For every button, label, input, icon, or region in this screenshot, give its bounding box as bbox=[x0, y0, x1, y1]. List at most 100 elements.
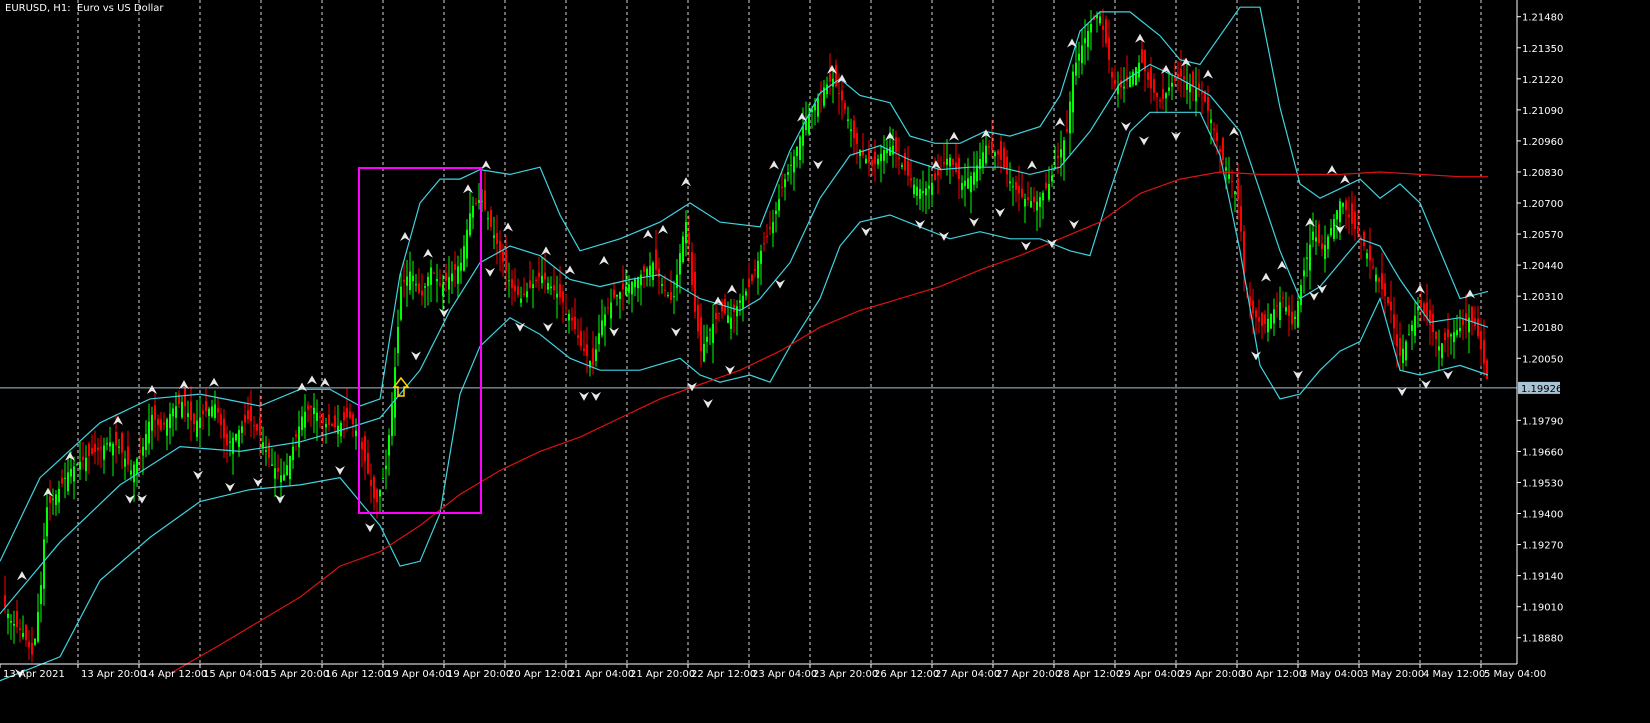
candle-body bbox=[1138, 62, 1140, 78]
candle-body bbox=[199, 417, 201, 429]
candle-body bbox=[7, 613, 9, 619]
candle-body bbox=[223, 418, 225, 439]
x-tick-label: 19 Apr 20:00 bbox=[447, 669, 512, 680]
candle-body bbox=[1306, 257, 1308, 259]
candle-body bbox=[382, 477, 384, 479]
candle-body bbox=[523, 293, 525, 295]
candle-body bbox=[703, 343, 705, 362]
candle-body bbox=[715, 312, 717, 319]
x-tick-label: 29 Apr 04:00 bbox=[1118, 669, 1183, 680]
candle-body bbox=[166, 419, 168, 436]
candle-body bbox=[772, 222, 774, 234]
candle-body bbox=[1309, 244, 1311, 271]
candle-body bbox=[1216, 132, 1218, 141]
candle-body bbox=[1189, 85, 1191, 93]
candle-body bbox=[106, 443, 108, 445]
candle-body bbox=[1366, 253, 1368, 259]
candle-body bbox=[1027, 197, 1029, 201]
candle-body bbox=[895, 137, 897, 153]
candle-body bbox=[919, 188, 921, 199]
candle-body bbox=[1024, 198, 1026, 207]
candle-body bbox=[1222, 137, 1224, 161]
candle-body bbox=[817, 97, 819, 117]
candle-body bbox=[325, 423, 327, 428]
candle-body bbox=[1066, 129, 1068, 132]
candle-body bbox=[1039, 197, 1041, 207]
candle-body bbox=[211, 406, 213, 417]
candle-body bbox=[319, 416, 321, 418]
candle-body bbox=[472, 205, 474, 218]
candle-body bbox=[1102, 25, 1104, 30]
chart-window[interactable]: 13 Apr 2021 13 Apr 20:00 14 Apr 12:00 15 Ap… bbox=[0, 0, 1650, 719]
candle-body bbox=[586, 344, 588, 356]
x-tick-label: 15 Apr 20:00 bbox=[264, 669, 329, 680]
candle-body bbox=[1153, 79, 1155, 93]
candle-body bbox=[964, 180, 966, 187]
candle-body bbox=[916, 186, 918, 196]
candle-body bbox=[1447, 329, 1449, 338]
candle-body bbox=[775, 210, 777, 215]
price-chart[interactable]: 13 Apr 2021 13 Apr 20:0014 Apr 12:0015 Ap… bbox=[0, 0, 1650, 719]
candle-body bbox=[910, 178, 912, 181]
candle-body bbox=[394, 367, 396, 418]
candle-body bbox=[955, 162, 957, 172]
candle-body bbox=[1072, 71, 1074, 113]
y-tick-label: 1.19530 bbox=[1522, 478, 1563, 489]
candle-body bbox=[286, 465, 288, 476]
candle-body bbox=[34, 638, 36, 645]
candle-body bbox=[1165, 93, 1167, 99]
candle-body bbox=[310, 405, 312, 408]
candle-body bbox=[541, 275, 543, 283]
candle-body bbox=[1381, 273, 1383, 290]
candle-body bbox=[1327, 236, 1329, 250]
candle-body bbox=[313, 407, 315, 415]
candle-body bbox=[97, 447, 99, 450]
chart-title: EURUSD, H1: Euro vs US Dollar bbox=[5, 3, 164, 14]
candle-body bbox=[1483, 340, 1485, 364]
candle-body bbox=[1090, 23, 1092, 33]
candle-body bbox=[679, 253, 681, 275]
candle-body bbox=[169, 413, 171, 428]
candle-body bbox=[190, 401, 192, 421]
candle-body bbox=[778, 199, 780, 211]
x-tick-label: 3 May 04:00 bbox=[1301, 669, 1363, 680]
candle-body bbox=[496, 233, 498, 245]
y-tick-label: 1.20830 bbox=[1522, 168, 1563, 179]
candle-body bbox=[631, 281, 633, 295]
candle-body bbox=[466, 229, 468, 259]
candle-body bbox=[736, 306, 738, 317]
candle-body bbox=[1132, 71, 1134, 85]
candle-body bbox=[1273, 309, 1275, 324]
candle-body bbox=[316, 412, 318, 421]
candle-body bbox=[1339, 201, 1341, 223]
candle-body bbox=[256, 424, 258, 431]
candle-body bbox=[1075, 62, 1077, 76]
candle-body bbox=[226, 433, 228, 446]
candle-body bbox=[103, 445, 105, 460]
candle-body bbox=[1033, 196, 1035, 203]
y-tick-label: 1.21350 bbox=[1522, 44, 1563, 55]
candle-body bbox=[1171, 82, 1173, 87]
candle-body bbox=[1159, 99, 1161, 102]
candle-body bbox=[1030, 201, 1032, 208]
x-tick-label: 19 Apr 04:00 bbox=[386, 669, 451, 680]
candle-body bbox=[871, 160, 873, 166]
candle-body bbox=[355, 430, 357, 437]
candle-body bbox=[139, 450, 141, 453]
x-tick-label: 26 Apr 12:00 bbox=[874, 669, 939, 680]
candle-body bbox=[997, 150, 999, 155]
candle-body bbox=[145, 434, 147, 451]
candle-body bbox=[913, 184, 915, 195]
candle-body bbox=[610, 302, 612, 319]
candle-body bbox=[1252, 300, 1254, 314]
candle-body bbox=[1321, 243, 1323, 249]
candle-body bbox=[1069, 101, 1071, 134]
candle-body bbox=[1375, 274, 1377, 282]
candle-body bbox=[580, 330, 582, 347]
candle-body bbox=[61, 477, 63, 484]
candle-body bbox=[151, 414, 153, 431]
y-tick-label: 1.19270 bbox=[1522, 541, 1563, 552]
candle-body bbox=[379, 490, 381, 497]
candle-body bbox=[1036, 201, 1038, 211]
candle-body bbox=[652, 262, 654, 280]
